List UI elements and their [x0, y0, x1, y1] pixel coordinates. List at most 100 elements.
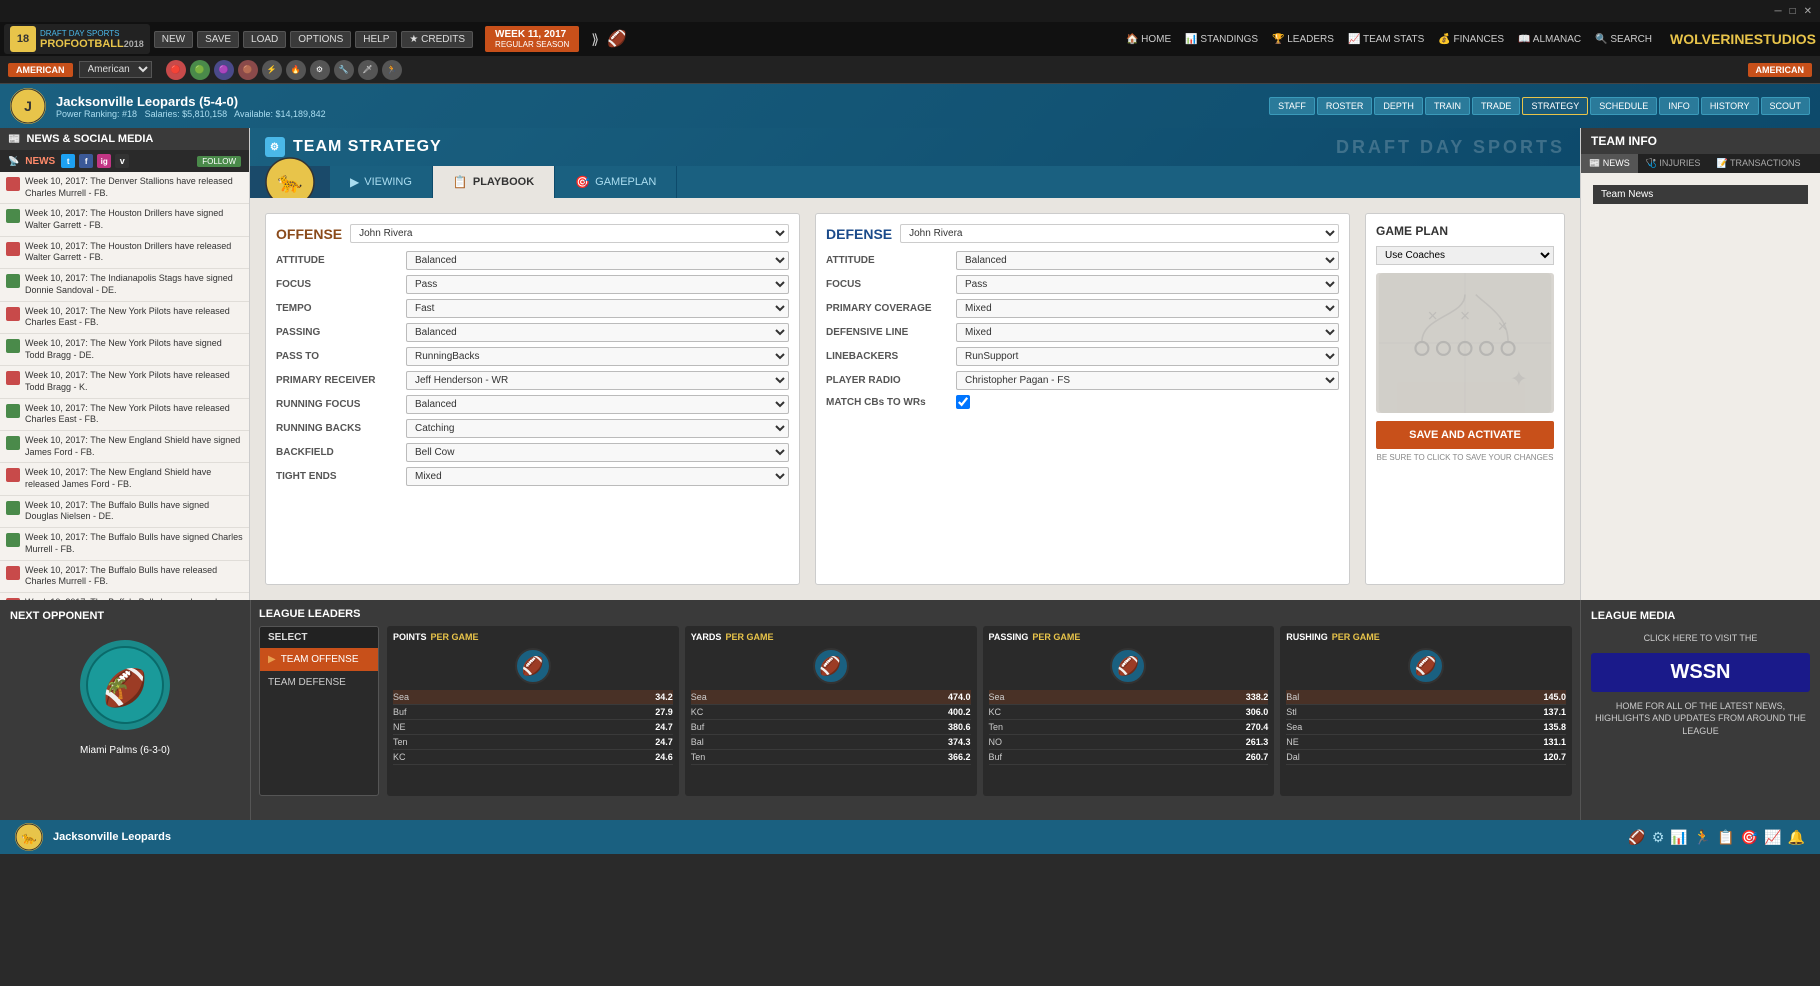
- nav-trade[interactable]: TRADE: [1472, 97, 1521, 115]
- nav-train[interactable]: TRAIN: [1425, 97, 1470, 115]
- offense-focus-select[interactable]: PassRunBalanced: [406, 275, 789, 294]
- nav-strategy[interactable]: STRATEGY: [1522, 97, 1588, 115]
- tab-gameplan[interactable]: 🎯 GAMEPLAN: [555, 166, 677, 198]
- save-note: BE SURE TO CLICK TO SAVE YOUR CHANGES: [1376, 453, 1554, 462]
- top-bar: ─ □ ✕: [0, 0, 1820, 22]
- vine-icon[interactable]: v: [115, 154, 129, 168]
- nav-finances[interactable]: 💰 FINANCES: [1434, 32, 1508, 47]
- team-icon-10[interactable]: 🏃: [382, 60, 402, 80]
- team-icon-6[interactable]: 🔥: [286, 60, 306, 80]
- nav-schedule[interactable]: SCHEDULE: [1590, 97, 1657, 115]
- stat-image-area: 🏈: [393, 646, 673, 686]
- nav-standings[interactable]: 📊 STANDINGS: [1181, 32, 1262, 47]
- credits-button[interactable]: ★ CREDITS: [401, 31, 473, 48]
- defense-linebackers-select[interactable]: RunSupportPassCoverageBlitz: [956, 347, 1339, 366]
- team-icons: 🔴 🟢 🟣 🟤 ⚡ 🔥 ⚙ 🔧 🗡 🏃: [166, 60, 402, 80]
- offense-passto-select[interactable]: RunningBacksReceiversTightEnds: [406, 347, 789, 366]
- nav-leaders[interactable]: 🏆 LEADERS: [1268, 32, 1338, 47]
- team-icon-2[interactable]: 🟢: [190, 60, 210, 80]
- nav-roster[interactable]: ROSTER: [1317, 97, 1373, 115]
- stat-col-title-2: PASSINGPER GAME: [989, 632, 1269, 642]
- new-button[interactable]: NEW: [154, 31, 193, 48]
- team-icon-5[interactable]: ⚡: [262, 60, 282, 80]
- tab-news[interactable]: 📰 NEWS: [1581, 154, 1638, 173]
- load-button[interactable]: LOAD: [243, 31, 286, 48]
- nav-teamstats[interactable]: 📈 TEAM STATS: [1344, 32, 1428, 47]
- minimize-btn[interactable]: ─: [1774, 6, 1781, 17]
- stat-team: Stl: [1286, 707, 1297, 717]
- defense-linebackers-row: LINEBACKERS RunSupportPassCoverageBlitz: [826, 347, 1339, 366]
- tab-transactions[interactable]: 📝 TRANSACTIONS: [1708, 154, 1808, 173]
- stat-team: NE: [1286, 737, 1299, 747]
- nav-home[interactable]: 🏠 HOME: [1122, 32, 1175, 47]
- defense-attitude-select[interactable]: BalancedAggressiveConservative: [956, 251, 1339, 270]
- stat-value: 27.9: [655, 707, 673, 717]
- strategy-tabs: 🐆 ▶ VIEWING 📋 PLAYBOOK 🎯 GAMEPLAN: [250, 166, 1580, 198]
- stat-value: 380.6: [948, 722, 971, 732]
- team-icon-9[interactable]: 🗡: [358, 60, 378, 80]
- offense-backfield-select[interactable]: Bell CowPlatoonBy Situation: [406, 443, 789, 462]
- defense-focus-select[interactable]: PassRunBalanced: [956, 275, 1339, 294]
- maximize-btn[interactable]: □: [1790, 6, 1796, 17]
- footer-icon-2[interactable]: ⚙: [1652, 829, 1665, 846]
- team-icon-3[interactable]: 🟣: [214, 60, 234, 80]
- nav-depth[interactable]: DEPTH: [1374, 97, 1423, 115]
- offense-coordinator-select[interactable]: John Rivera: [350, 224, 789, 243]
- defense-primarycoverage-label: PRIMARY COVERAGE: [826, 303, 956, 314]
- save-activate-button[interactable]: SAVE AND ACTIVATE: [1376, 421, 1554, 449]
- nav-scout[interactable]: SCOUT: [1761, 97, 1811, 115]
- facebook-icon[interactable]: f: [79, 154, 93, 168]
- conference-select[interactable]: American: [79, 61, 152, 78]
- defense-matchcbs-label: MATCH CBs TO WRs: [826, 397, 956, 408]
- offense-runningfocus-select[interactable]: BalancedInsideOutside: [406, 395, 789, 414]
- team-icon-1[interactable]: 🔴: [166, 60, 186, 80]
- options-button[interactable]: OPTIONS: [290, 31, 351, 48]
- instagram-icon[interactable]: ig: [97, 154, 111, 168]
- team-icon-8[interactable]: 🔧: [334, 60, 354, 80]
- footer-icon-8[interactable]: 🔔: [1788, 829, 1805, 846]
- nav-almanac[interactable]: 📖 ALMANAC: [1514, 32, 1585, 47]
- nav-info[interactable]: INFO: [1659, 97, 1699, 115]
- tab-viewing[interactable]: ▶ VIEWING: [330, 166, 433, 198]
- defense-playerradio-select[interactable]: Christopher Pagan - FS: [956, 371, 1339, 390]
- help-button[interactable]: HELP: [355, 31, 397, 48]
- stat-value: 137.1: [1543, 707, 1566, 717]
- gameplan-select[interactable]: Use Coaches Custom: [1376, 246, 1554, 265]
- offense-tempo-select[interactable]: FastNormalSlow: [406, 299, 789, 318]
- offense-runningbacks-select[interactable]: CatchingRushingBalanced: [406, 419, 789, 438]
- draft-day-watermark: DRAFT DAY SPORTS: [1336, 137, 1565, 158]
- defense-defensiveline-select[interactable]: MixedPass RushRun Stop: [956, 323, 1339, 342]
- twitter-icon[interactable]: t: [61, 154, 75, 168]
- offense-attitude-select[interactable]: BalancedAggressiveConservative: [406, 251, 789, 270]
- team-icon-4[interactable]: 🟤: [238, 60, 258, 80]
- save-menu-button[interactable]: SAVE: [197, 31, 239, 48]
- season-arrow: ⟫: [591, 31, 599, 48]
- stat-team: Buf: [691, 722, 705, 732]
- footer-icon-1[interactable]: 🏈: [1628, 829, 1645, 846]
- footer-icon-7[interactable]: 📈: [1764, 829, 1781, 846]
- stat-value: 34.2: [655, 692, 673, 702]
- option-team-offense[interactable]: ▶ TEAM OFFENSE: [260, 648, 378, 671]
- footer-icon-4[interactable]: 🏃: [1694, 829, 1711, 846]
- footer-icon-5[interactable]: 📋: [1717, 829, 1734, 846]
- team-icon-7[interactable]: ⚙: [310, 60, 330, 80]
- follow-button[interactable]: FOLLOW: [197, 156, 241, 167]
- nav-search[interactable]: 🔍 SEARCH: [1591, 32, 1656, 47]
- close-btn[interactable]: ✕: [1804, 6, 1812, 17]
- team-news-label: Team News: [1593, 185, 1808, 204]
- defense-primarycoverage-select[interactable]: MixedZoneMan: [956, 299, 1339, 318]
- defense-coordinator-select[interactable]: John Rivera: [900, 224, 1339, 243]
- footer-icon-6[interactable]: 🎯: [1741, 829, 1758, 846]
- tab-playbook[interactable]: 📋 PLAYBOOK: [433, 166, 555, 198]
- nav-history[interactable]: HISTORY: [1701, 97, 1759, 115]
- option-team-defense[interactable]: TEAM DEFENSE: [260, 671, 378, 694]
- offense-tightends-select[interactable]: MixedBlockingReceiving: [406, 467, 789, 486]
- nav-staff[interactable]: STAFF: [1269, 97, 1315, 115]
- offense-primaryreceiver-select[interactable]: Jeff Henderson - WR: [406, 371, 789, 390]
- offense-passing-select[interactable]: BalancedShortLong: [406, 323, 789, 342]
- wssn-logo[interactable]: WSSN: [1591, 653, 1810, 692]
- tab-injuries[interactable]: 🩺 INJURIES: [1638, 154, 1709, 173]
- news-item: Week 10, 2017: The Buffalo Bulls have si…: [0, 496, 249, 528]
- footer-icon-3[interactable]: 📊: [1670, 829, 1687, 846]
- defense-matchcbs-checkbox[interactable]: [956, 395, 970, 409]
